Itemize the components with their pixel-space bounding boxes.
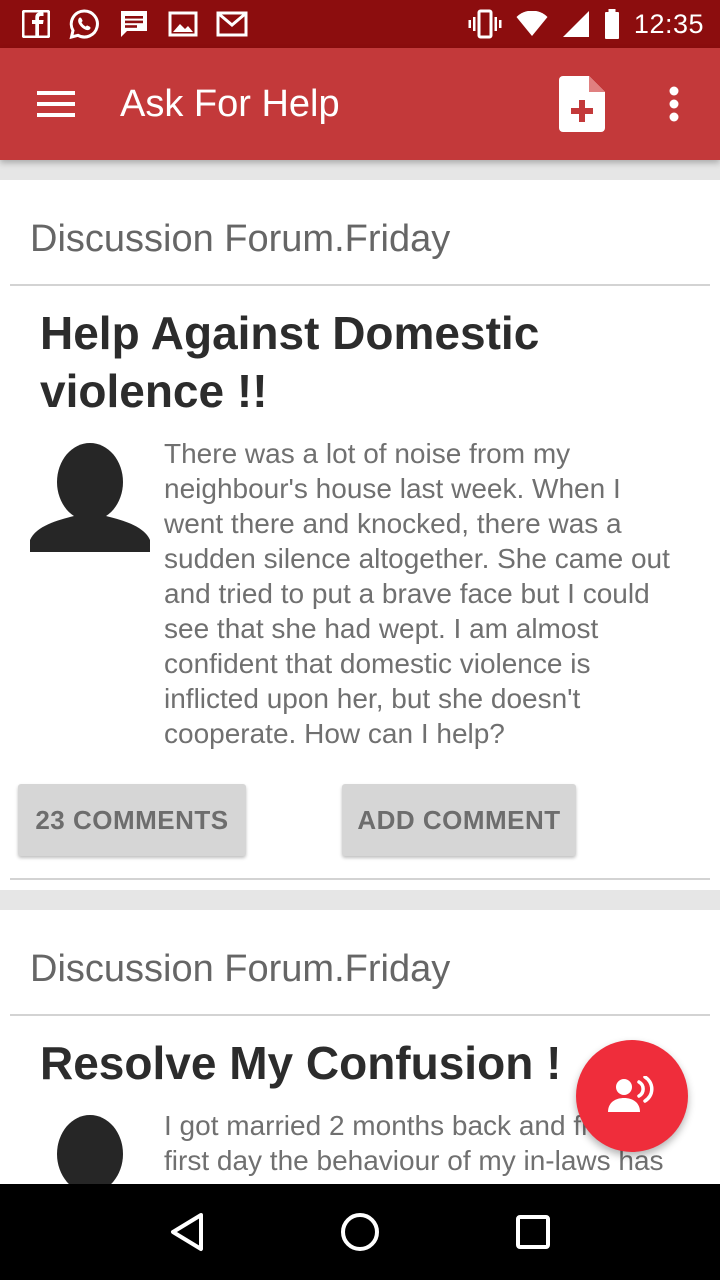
post-feed[interactable]: Discussion Forum.Friday Help Against Dom… [0,160,720,1184]
vibrate-icon [468,9,502,39]
app-bar-actions [536,48,720,160]
home-icon [340,1213,379,1251]
status-bar: 12:35 [0,0,720,48]
menu-button[interactable] [0,48,112,160]
message-icon [118,8,150,40]
whatsapp-icon [68,8,100,40]
avatar-silhouette-icon [30,443,150,552]
post-title: Help Against Domestic violence !! [40,307,540,417]
divider [10,1014,710,1016]
navigation-bar [0,1184,720,1280]
app-bar: Ask For Help [0,48,720,160]
gmail-icon [216,11,248,37]
recents-icon [516,1215,551,1249]
app-title: Ask For Help [120,82,340,125]
recents-button[interactable] [488,1187,578,1277]
add-post-icon [559,76,605,132]
wifi-icon [516,11,548,37]
avatar-silhouette-icon [57,1115,123,1184]
battery-icon [604,9,620,39]
back-icon [170,1213,203,1251]
post-title: Resolve My Confusion ! [40,1037,562,1089]
post-category: Discussion Forum.Friday [30,218,451,260]
more-vert-icon [669,86,679,122]
clock: 12:35 [633,8,704,39]
comments-button[interactable]: 23 COMMENTS [18,784,246,856]
home-button[interactable] [315,1187,405,1277]
post-category: Discussion Forum.Friday [30,948,451,990]
overflow-menu-button[interactable] [628,48,720,160]
voice-help-button[interactable] [576,1040,688,1152]
post-body: There was a lot of noise from my neighbo… [164,438,670,749]
system-icons: 12:35 [468,9,704,40]
divider [10,284,710,286]
gallery-icon [168,10,198,38]
post-card[interactable]: Discussion Forum.Friday Help Against Dom… [0,180,720,890]
voice-call-icon [608,1076,654,1112]
add-comment-button[interactable]: ADD COMMENT [342,784,576,856]
hamburger-menu-icon [37,91,75,117]
signal-icon [562,10,590,38]
facebook-icon [22,10,50,38]
notification-icons [22,8,248,40]
back-button[interactable] [142,1187,232,1277]
add-post-button[interactable] [536,48,628,160]
divider [10,878,710,880]
